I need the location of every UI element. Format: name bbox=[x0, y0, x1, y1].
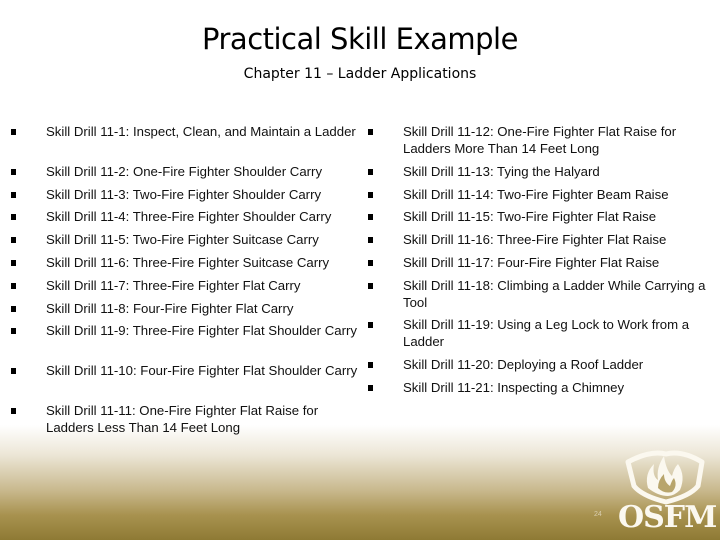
list-item: Skill Drill 11-18: Climbing a Ladder Whi… bbox=[365, 277, 715, 311]
list-item: Skill Drill 11-19: Using a Leg Lock to W… bbox=[365, 316, 715, 350]
list-item: Skill Drill 11-16: Three-Fire Fighter Fl… bbox=[365, 231, 666, 248]
page-number: 24 bbox=[594, 511, 602, 518]
list-item: Skill Drill 11-20: Deploying a Roof Ladd… bbox=[365, 356, 643, 373]
list-item: Skill Drill 11-6: Three-Fire Fighter Sui… bbox=[8, 254, 329, 271]
slide-title: Practical Skill Example bbox=[202, 22, 518, 56]
bullet-icon bbox=[365, 277, 403, 311]
bullet-icon bbox=[8, 254, 46, 271]
bullet-icon bbox=[8, 123, 46, 140]
list-item: Skill Drill 11-11: One-Fire Fighter Flat… bbox=[8, 402, 358, 436]
list-item: Skill Drill 11-8: Four-Fire Fighter Flat… bbox=[8, 300, 293, 317]
bullet-icon bbox=[8, 231, 46, 248]
bullet-icon bbox=[365, 356, 403, 373]
list-item: Skill Drill 11-12: One-Fire Fighter Flat… bbox=[365, 123, 715, 157]
bullet-icon bbox=[8, 186, 46, 203]
list-item: Skill Drill 11-10: Four-Fire Fighter Fla… bbox=[8, 362, 357, 379]
list-item: Skill Drill 11-15: Two-Fire Fighter Flat… bbox=[365, 208, 656, 225]
bullet-icon bbox=[8, 277, 46, 294]
bullet-icon bbox=[365, 254, 403, 271]
bullet-icon bbox=[8, 163, 46, 180]
list-item: Skill Drill 11-1: Inspect, Clean, and Ma… bbox=[8, 123, 356, 140]
list-item: Skill Drill 11-14: Two-Fire Fighter Beam… bbox=[365, 186, 669, 203]
bullet-icon bbox=[8, 208, 46, 225]
list-item: Skill Drill 11-13: Tying the Halyard bbox=[365, 163, 600, 180]
bullet-icon bbox=[365, 316, 403, 350]
list-item: Skill Drill 11-3: Two-Fire Fighter Shoul… bbox=[8, 186, 321, 203]
list-item: Skill Drill 11-9: Three-Fire Fighter Fla… bbox=[8, 322, 357, 339]
bullet-icon bbox=[365, 208, 403, 225]
list-item: Skill Drill 11-17: Four-Fire Fighter Fla… bbox=[365, 254, 659, 271]
list-item: Skill Drill 11-4: Three-Fire Fighter Sho… bbox=[8, 208, 331, 225]
slide-subtitle: Chapter 11 – Ladder Applications bbox=[243, 66, 477, 82]
list-item: Skill Drill 11-7: Three-Fire Fighter Fla… bbox=[8, 277, 301, 294]
list-item: Skill Drill 11-2: One-Fire Fighter Shoul… bbox=[8, 163, 322, 180]
bullet-icon bbox=[8, 362, 46, 379]
bullet-icon bbox=[365, 163, 403, 180]
bullet-icon bbox=[365, 123, 403, 157]
list-item: Skill Drill 11-21: Inspecting a Chimney bbox=[365, 379, 624, 396]
bullet-icon bbox=[365, 186, 403, 203]
bullet-icon bbox=[365, 379, 403, 396]
osfm-logo-text: OSFM bbox=[618, 500, 717, 535]
bullet-icon bbox=[365, 231, 403, 248]
bullet-icon bbox=[8, 322, 46, 339]
bullet-icon bbox=[8, 402, 46, 436]
list-item: Skill Drill 11-5: Two-Fire Fighter Suitc… bbox=[8, 231, 319, 248]
bullet-icon bbox=[8, 300, 46, 317]
